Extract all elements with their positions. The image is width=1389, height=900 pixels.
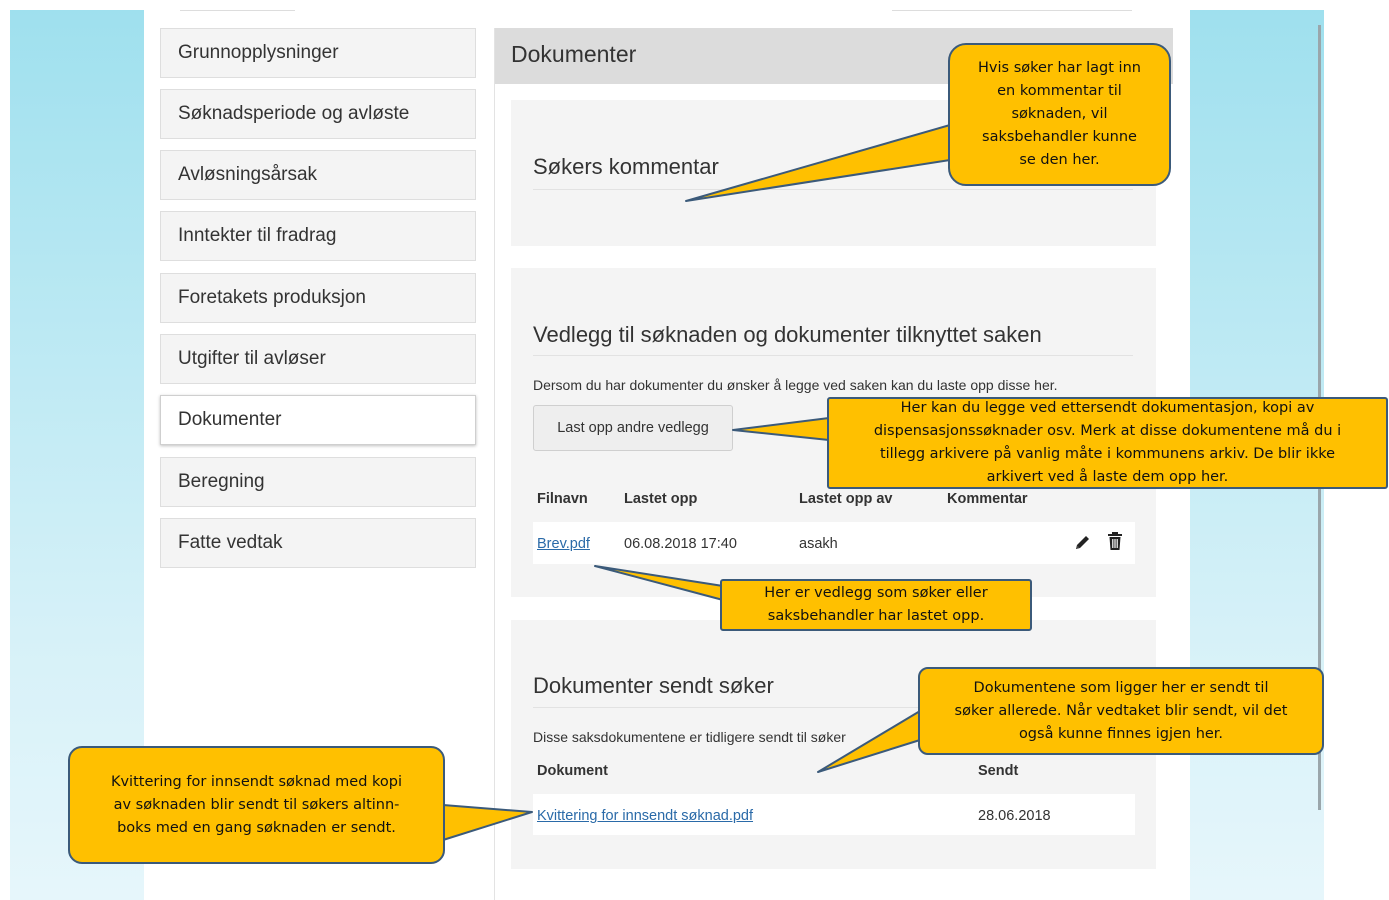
- callout-attachments: Her er vedlegg som søker eller saksbehan…: [720, 579, 1032, 631]
- callout-line: saksbehandler har lastet opp.: [767, 608, 985, 624]
- callout-line: Her kan du legge ved ettersendt dokument…: [900, 400, 1315, 416]
- callout-line: Her er vedlegg som søker eller: [764, 585, 988, 601]
- callout-line: også kunne finnes igjen her.: [1018, 725, 1224, 742]
- callout-line: søker allerede. Når vedtaket blir sendt,…: [954, 702, 1288, 719]
- callout-upload: Her kan du legge ved ettersendt dokument…: [827, 397, 1388, 489]
- callout-line: Dokumentene som ligger her er sendt til: [973, 679, 1269, 696]
- callout-line: boks med en gang søknaden er sendt.: [117, 819, 396, 836]
- callout-line: tillegg arkivere på vanlig måte i kommun…: [879, 446, 1336, 462]
- callout-sent: Dokumentene som ligger her er sendt til …: [918, 667, 1324, 755]
- callout-line: Kvittering for innsendt søknad med kopi: [110, 773, 403, 790]
- callout-receipt: Kvittering for innsendt søknad med kopi …: [68, 746, 445, 864]
- callout-line: saksbehandler kunne: [982, 129, 1137, 145]
- callout-line: en kommentar til: [997, 83, 1122, 99]
- callout-line: dispensasjonssøknader osv. Merk at disse…: [873, 423, 1342, 439]
- callout-line: søknaden, vil: [1011, 106, 1108, 122]
- callout-comment: Hvis søker har lagt inn en kommentar til…: [948, 43, 1171, 186]
- callout-line: Hvis søker har lagt inn: [978, 60, 1141, 76]
- callout-line: av søknaden blir sendt til søkers altinn…: [113, 796, 400, 813]
- callout-line: arkivert ved å laste dem opp her.: [986, 469, 1229, 485]
- callout-line: se den her.: [1019, 152, 1100, 168]
